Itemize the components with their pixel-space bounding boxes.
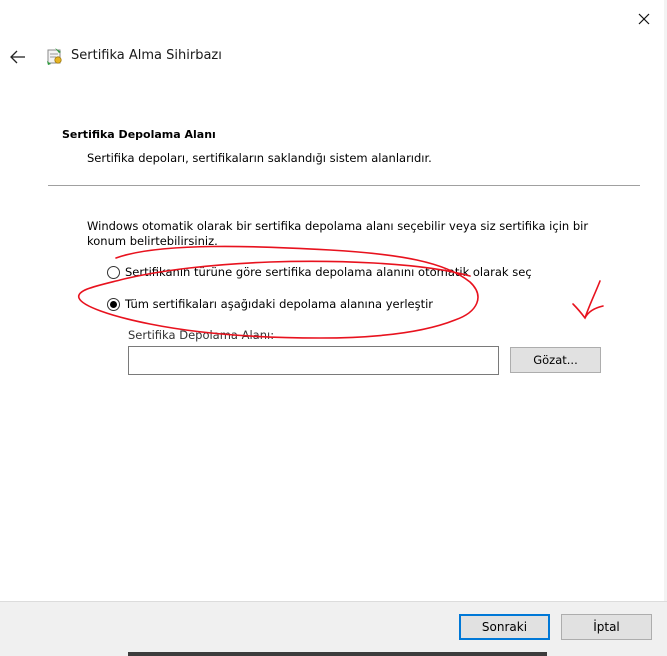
header-divider xyxy=(48,185,640,186)
back-arrow-icon xyxy=(10,50,25,64)
info-text: Windows otomatik olarak bir sertifika de… xyxy=(87,219,589,248)
section-description: Sertifika depoları, sertifikaların sakla… xyxy=(87,151,432,165)
radio-button-unselected[interactable] xyxy=(107,265,120,279)
radio-button-selected[interactable] xyxy=(107,297,120,311)
red-annotation-layer xyxy=(78,245,604,339)
radio-place-all-label: Tüm sertifikaları aşağıdaki depolama ala… xyxy=(125,297,434,311)
annotation-check-mark xyxy=(572,280,604,320)
taskbar-strip xyxy=(128,652,547,656)
annotation-ellipse xyxy=(78,245,479,339)
store-label: Sertifika Depolama Alanı: xyxy=(128,328,275,342)
certificate-wizard-icon xyxy=(45,46,65,66)
back-button[interactable] xyxy=(8,47,28,67)
close-button[interactable] xyxy=(633,8,655,30)
radio-auto-select-label: Sertifikanın türüne göre sertifika depol… xyxy=(125,265,532,279)
section-title: Sertifika Depolama Alanı xyxy=(62,128,216,141)
radio-auto-select[interactable]: Sertifikanın türüne göre sertifika depol… xyxy=(107,264,532,280)
radio-selected-dot xyxy=(110,300,117,308)
store-input[interactable] xyxy=(128,346,499,375)
cancel-button[interactable]: İptal xyxy=(561,614,652,640)
radio-place-all[interactable]: Tüm sertifikaları aşağıdaki depolama ala… xyxy=(107,296,433,312)
next-button[interactable]: Sonraki xyxy=(459,614,550,640)
wizard-title: Sertifika Alma Sihirbazı xyxy=(71,48,222,63)
browse-button[interactable]: Gözat... xyxy=(510,347,601,373)
close-icon xyxy=(638,13,650,25)
